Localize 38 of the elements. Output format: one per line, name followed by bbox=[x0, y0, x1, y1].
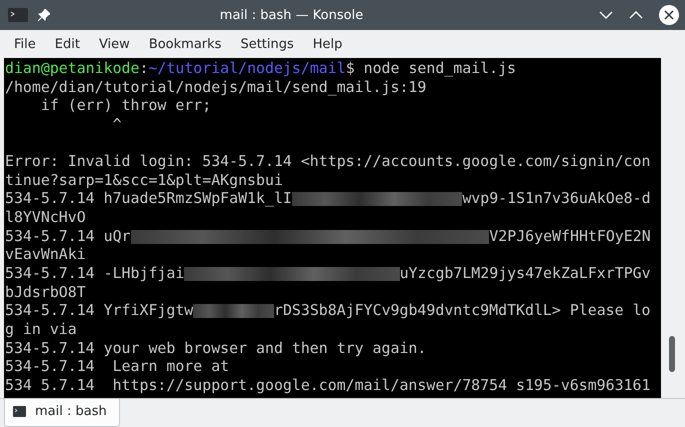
terminal-text: rDS3Sb8AjFYCv9gb49dvntc9MdTKdlL> Please lo bbox=[274, 301, 651, 320]
terminal-icon bbox=[13, 406, 26, 417]
terminal-text: if (err) throw err; bbox=[40, 96, 212, 115]
terminal-text: ^ bbox=[112, 114, 122, 134]
menu-item[interactable]: Edit bbox=[46, 36, 88, 52]
session-tab[interactable]: mail : bash bbox=[4, 399, 120, 427]
terminal-text: V2PJ6yeWfHHtFOyE2N bbox=[489, 226, 651, 246]
terminal-text: 534-5.7.14 YrfiXFjgtw bbox=[5, 301, 194, 320]
terminal-text: bJdsrbO8T bbox=[5, 282, 86, 302]
terminal-text: /home/dian/tutorial/nodejs/mail/send_mail.js:19 bbox=[5, 78, 426, 96]
terminal-text: l8YVNcHvO bbox=[5, 208, 86, 227]
close-icon[interactable] bbox=[659, 5, 679, 25]
pin-icon[interactable] bbox=[38, 9, 50, 21]
window-title: mail : bash — Konsole bbox=[218, 8, 364, 22]
menu-item[interactable]: Help bbox=[304, 36, 350, 52]
menu-item[interactable]: File bbox=[6, 36, 44, 52]
terminal-text: vEavWnAki bbox=[5, 245, 86, 264]
terminal-text: dian@petanikode bbox=[5, 59, 140, 78]
terminal-text: Error: Invalid login: 534-5.7.14 <https://accounts.google.com/signin/con bbox=[5, 152, 650, 171]
terminal-text: g in via bbox=[5, 320, 77, 339]
terminal-text: 534 5.7.14 https://support.google.com/mail/answer/78754 s195-v6sm963161 bbox=[5, 376, 650, 395]
menu-item[interactable]: View bbox=[90, 36, 138, 52]
terminal-text: tinue?sarp=1&scc=1&plt=AKgnsbui bbox=[5, 170, 283, 190]
menu-item[interactable]: Settings bbox=[232, 36, 302, 52]
terminal-icon bbox=[8, 8, 28, 22]
terminal-text: : bbox=[139, 59, 148, 78]
terminal-text: 534-5.7.14 your web browser and then try again. bbox=[5, 338, 426, 358]
terminal-text: uYzcgb7LM29jys47ekZaLFxrTPGv bbox=[400, 264, 651, 283]
menu-item[interactable]: Bookmarks bbox=[140, 36, 230, 52]
terminal-text: 534-5.7.14 Learn more at bbox=[5, 357, 230, 376]
minimize-icon[interactable] bbox=[599, 10, 613, 20]
terminal-text: 534-5.7.14 uQr bbox=[5, 226, 131, 246]
maximize-icon[interactable] bbox=[629, 10, 643, 20]
terminal-text: 534-5.7.14 h7uade5RmzSWpFaW1k_lI bbox=[5, 189, 292, 208]
terminal-text: ~/tutorial/nodejs/mail bbox=[148, 59, 346, 78]
terminal-text: wvp9-1S1n7v36uAkOe8-d bbox=[462, 189, 651, 208]
terminal-text: $ node send_mail.js bbox=[346, 59, 516, 78]
terminal-text: 534-5.7.14 -LHbjfjai bbox=[5, 264, 184, 283]
